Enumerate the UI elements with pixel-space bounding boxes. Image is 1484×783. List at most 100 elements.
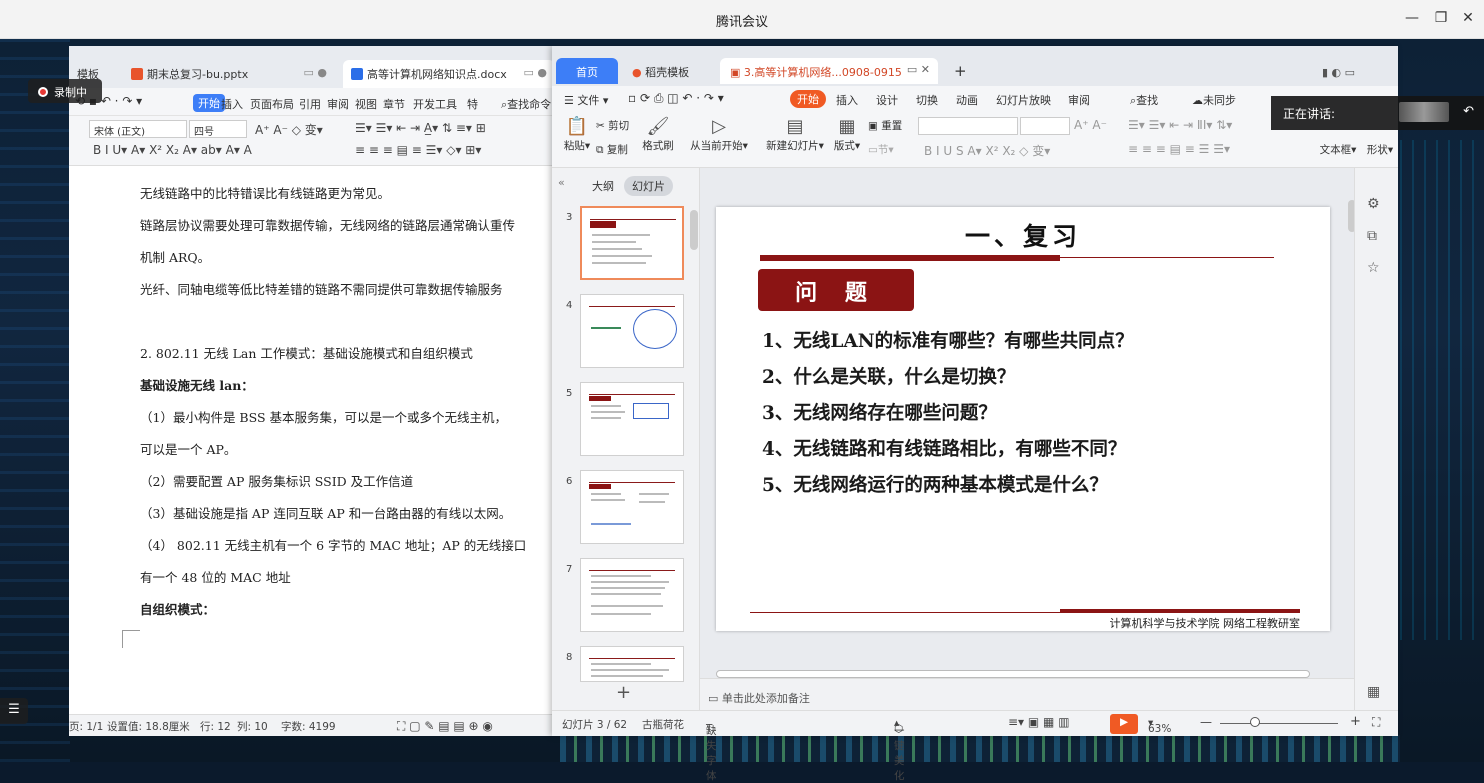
beautify-button[interactable]: ⬡ 一键美化 ▴: [894, 717, 905, 782]
close-tab-icon[interactable]: ▭ ✕: [907, 63, 930, 76]
menu-insert[interactable]: 插入: [836, 92, 858, 108]
slide-thumbnail[interactable]: [580, 294, 684, 368]
quick-access-icons[interactable]: ▫ ⟳ ⎙ ◫ ↶ · ↷ ▾: [628, 91, 724, 106]
speaking-label: 正在讲话:: [1283, 107, 1336, 121]
tab-home[interactable]: 首页: [556, 58, 618, 84]
layout-button[interactable]: ▦ 版式▾: [830, 116, 864, 153]
button-label: 粘贴: [563, 140, 585, 152]
expand-arrow-icon[interactable]: ↶: [1463, 104, 1474, 119]
recording-badge[interactable]: 录制中: [28, 79, 102, 103]
menu-layout[interactable]: 页面布局: [250, 96, 294, 112]
zoom-slider[interactable]: [1220, 723, 1338, 724]
speaking-indicator: 正在讲话: ↶: [1271, 96, 1484, 130]
font-size-select[interactable]: 四号: [189, 120, 247, 138]
slide-thumbnail[interactable]: [580, 558, 684, 632]
layout-icon: ▦: [838, 116, 856, 137]
menu-review[interactable]: 审阅: [1068, 92, 1090, 108]
slide-thumbnail[interactable]: [580, 382, 684, 456]
menu-animation[interactable]: 动画: [956, 92, 978, 108]
search-command[interactable]: ⌕查找命令: [501, 96, 551, 112]
shape-button[interactable]: 形状▾: [1362, 142, 1398, 157]
thumbnail-scrollbar[interactable]: [690, 210, 698, 250]
menu-review[interactable]: 审阅: [327, 96, 349, 112]
menu-start[interactable]: 开始: [790, 90, 826, 108]
slide-thumbnail[interactable]: [580, 206, 684, 280]
horizontal-scrollbar[interactable]: [716, 670, 1310, 678]
zoom-out-icon[interactable]: —: [1200, 715, 1212, 729]
new-tab-icon[interactable]: +: [944, 56, 974, 82]
tab-label: 期末总复习-bu.pptx: [147, 68, 249, 81]
grid-icon[interactable]: ▦: [1367, 684, 1380, 700]
reset-button[interactable]: ▣ 重置: [868, 118, 916, 133]
zoom-slider-handle[interactable]: [1250, 717, 1260, 727]
cut-button[interactable]: ✂ 剪切: [596, 118, 640, 133]
font-name-select[interactable]: [918, 117, 1018, 135]
writer-menu-bar: ⟲ ▪ ↶ · ↷ ▾ 开始 插入 页面布局 引用 审阅 视图 章节 开发工具 …: [69, 88, 555, 116]
menu-slideshow[interactable]: 幻灯片放映: [996, 92, 1051, 108]
view-mode-icons[interactable]: ≡▾ ▣ ▦ ▥: [1008, 715, 1070, 729]
settings-sliders-icon[interactable]: ⚙: [1367, 196, 1380, 212]
star-icon[interactable]: ☆: [1367, 260, 1380, 276]
tab-slides[interactable]: 幻灯片: [624, 176, 673, 196]
button-label: 文本框: [1319, 144, 1352, 156]
window-controls[interactable]: ▮ ◐ ▭: [1312, 60, 1398, 86]
paste-button[interactable]: 📋 粘贴▾: [560, 116, 594, 153]
new-slide-button[interactable]: ▤ 新建幻灯片▾: [762, 116, 828, 153]
close-icon[interactable]: ✕: [1458, 10, 1478, 26]
from-current-button[interactable]: ▷ 从当前开始▾: [686, 116, 752, 153]
collapse-icon[interactable]: «: [558, 176, 565, 189]
align-tools-icon[interactable]: ≡ ≡ ≡ ▤ ≡ ☰▾ ◇▾ ⊞▾: [355, 143, 481, 157]
thumb-number: 8: [566, 652, 573, 663]
font-size-select[interactable]: [1020, 117, 1070, 135]
menu-design[interactable]: 设计: [876, 92, 898, 108]
zoom-level[interactable]: 63% ▾: [1148, 717, 1171, 735]
footer-line: [750, 612, 1300, 613]
section-button[interactable]: ▭节▾: [868, 142, 908, 157]
text-format-icons[interactable]: B I U▾ A▾ X² X₂ A▾ ab▾ A▾ A: [93, 143, 252, 157]
restore-icon[interactable]: ❐: [1431, 10, 1451, 26]
tab-presentation[interactable]: ▣ 3.高等计算机网络...0908-0915 ▭ ✕: [720, 58, 938, 84]
sync-status[interactable]: ☁未同步: [1192, 92, 1236, 108]
list-tools-icon[interactable]: ☰▾ ☰▾ ⇤ ⇥ ⅡⅠ▾ ⇅▾: [1128, 118, 1232, 132]
font-grow-icon[interactable]: A⁺ A⁻: [1074, 118, 1107, 132]
minimize-icon[interactable]: —: [1402, 10, 1422, 26]
view-mode-icons[interactable]: ⛶ ▢ ✎ ▤ ▤ ⊕ ◉: [397, 719, 493, 734]
thumb-number: 3: [566, 212, 573, 223]
copy-button[interactable]: ⧉ 复制: [596, 142, 640, 157]
slide-thumbnail[interactable]: [580, 646, 684, 682]
zoom-in-icon[interactable]: +: [1350, 714, 1361, 729]
align-tools-icon[interactable]: ≡ ≡ ≡ ▤ ≡ ☰ ☰▾: [1128, 142, 1230, 156]
tab-pptx[interactable]: 期末总复习-bu.pptx ▭ ●: [123, 60, 337, 88]
list-tools-icon[interactable]: ☰▾ ☰▾ ⇤ ⇥ A̲▾ ⇅ ≡▾ ⊞: [355, 121, 486, 135]
theme-name[interactable]: 古瓶荷花: [642, 717, 684, 732]
slide-counter: 幻灯片 3 / 62: [562, 719, 628, 731]
tab-docx[interactable]: 高等计算机网络知识点.docx ▭ ●: [343, 60, 555, 88]
menu-file[interactable]: ☰ 文件 ▾: [564, 92, 608, 108]
menu-developer[interactable]: 开发工具: [413, 96, 457, 112]
button-label: 形状: [1366, 144, 1388, 156]
font-name-select[interactable]: 宋体 (正文): [89, 120, 187, 138]
text-format-icons[interactable]: B I U S A▾ X² X₂ ◇ 变▾: [924, 142, 1050, 159]
tab-label: 高等计算机网络知识点.docx: [367, 68, 507, 81]
menu-list-icon[interactable]: ☰: [0, 698, 28, 724]
tab-outline[interactable]: 大纲: [592, 178, 614, 194]
format-painter-button[interactable]: 🖌 格式刷: [640, 116, 676, 153]
add-slide-icon[interactable]: +: [616, 682, 631, 703]
search-button[interactable]: ⌕查找: [1130, 92, 1158, 108]
play-slideshow-icon[interactable]: ▶: [1110, 714, 1138, 734]
menu-view[interactable]: 视图: [355, 96, 377, 112]
menu-reference[interactable]: 引用: [299, 96, 321, 112]
current-slide[interactable]: 一、复习 问 题 1、无线LAN的标准有哪些？有哪些共同点？ 2、什么是关联，什…: [716, 207, 1330, 631]
menu-insert[interactable]: 插入: [221, 96, 243, 112]
tab-docer[interactable]: ● 稻壳模板: [622, 58, 718, 84]
slide-thumbnail[interactable]: [580, 470, 684, 544]
menu-more[interactable]: 特: [467, 96, 478, 112]
font-size-tools-icon[interactable]: A⁺ A⁻ ◇ 变▾: [255, 121, 323, 138]
textbox-button[interactable]: 文本框▾: [1316, 142, 1360, 157]
fit-window-icon[interactable]: ⛶: [1372, 715, 1380, 730]
scissors-icon: ✂: [596, 120, 605, 132]
layers-icon[interactable]: ⧉: [1367, 228, 1377, 244]
menu-transition[interactable]: 切换: [916, 92, 938, 108]
menu-chapter[interactable]: 章节: [383, 96, 405, 112]
slide-footer: 计算机科学与技术学院 网络工程教研室: [1109, 617, 1301, 630]
